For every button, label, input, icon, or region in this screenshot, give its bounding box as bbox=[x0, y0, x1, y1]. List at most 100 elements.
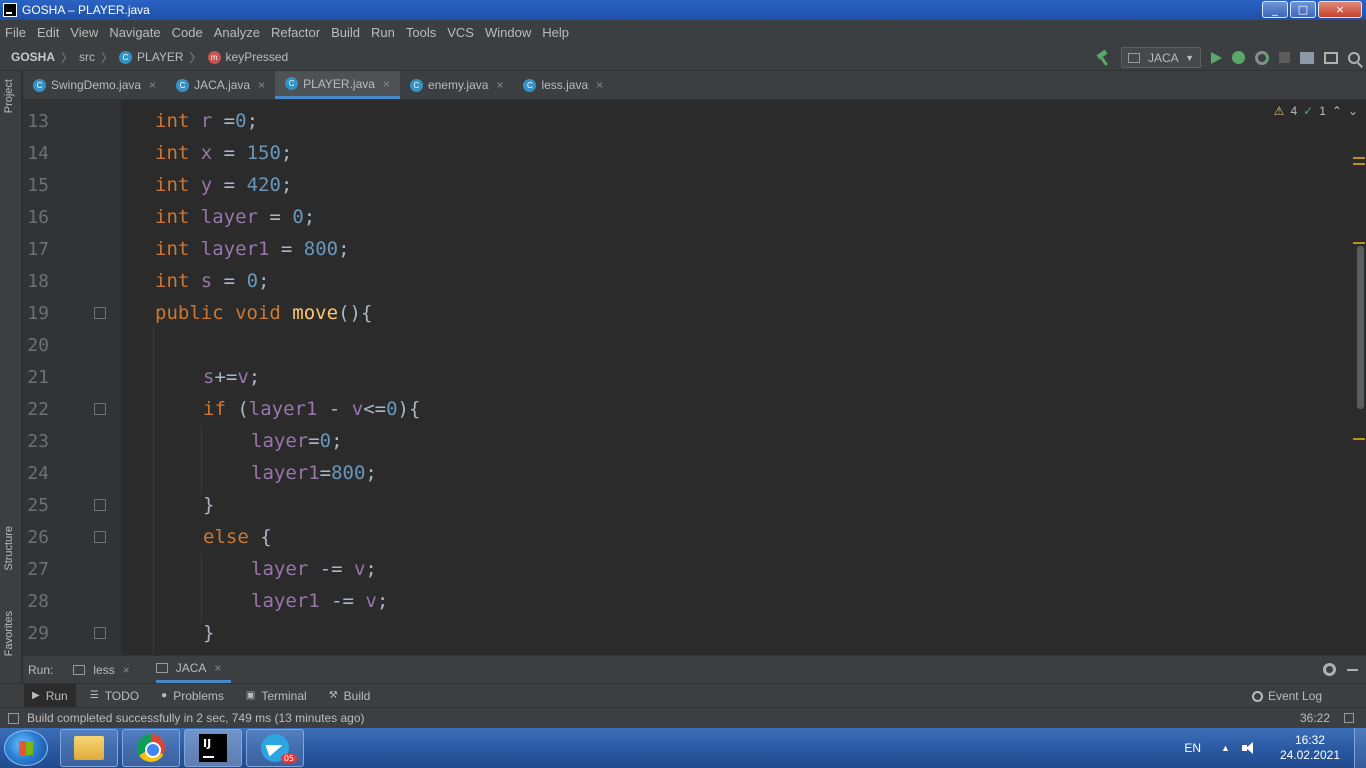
tab-enemy[interactable]: C enemy.java × bbox=[400, 71, 514, 99]
line-number: 29 bbox=[27, 622, 49, 644]
application-config-icon bbox=[155, 663, 168, 673]
run-tab-less[interactable]: less × bbox=[73, 656, 139, 683]
event-log-button[interactable]: Event Log bbox=[1251, 689, 1322, 703]
close-icon[interactable]: × bbox=[383, 77, 390, 91]
build-tool-button[interactable]: ⚒ Build bbox=[321, 684, 379, 707]
run-play-icon[interactable] bbox=[1211, 51, 1222, 64]
close-icon[interactable]: × bbox=[123, 663, 130, 677]
warning-stripe-marker[interactable] bbox=[1353, 242, 1365, 244]
menu-analyze[interactable]: Analyze bbox=[214, 25, 260, 40]
minimize-icon[interactable] bbox=[1347, 669, 1358, 671]
vertical-scrollbar[interactable] bbox=[1357, 246, 1364, 409]
menu-edit[interactable]: Edit bbox=[37, 25, 59, 40]
fold-icon[interactable] bbox=[94, 403, 106, 415]
problems-tool-button[interactable]: ● Problems bbox=[153, 684, 232, 707]
menu-run[interactable]: Run bbox=[371, 25, 395, 40]
structure-tool-tab[interactable]: Structure bbox=[3, 526, 15, 571]
terminal-tool-button[interactable]: ▣ Terminal bbox=[238, 684, 315, 707]
breadcrumb-src[interactable]: src bbox=[79, 50, 95, 64]
minimize-window-button[interactable]: _ bbox=[1262, 1, 1288, 18]
caret-position[interactable]: 36:22 bbox=[1300, 711, 1330, 725]
chevron-up-icon[interactable]: ⌃ bbox=[1332, 104, 1342, 118]
todo-tool-button[interactable]: ☰ TODO bbox=[82, 684, 147, 707]
inspection-widget[interactable]: ⚠ 4 ✓ 1 ⌃ ⌄ bbox=[1274, 104, 1358, 118]
tool-window-toggle-icon[interactable] bbox=[8, 712, 19, 724]
project-structure-icon[interactable] bbox=[1300, 51, 1314, 64]
windows-taskbar: IJ 05 EN ▲ 16:32 24.02.2021 bbox=[0, 728, 1366, 768]
code-text: int y = 420; bbox=[155, 174, 293, 196]
language-indicator[interactable]: EN bbox=[1184, 741, 1201, 755]
run-tool-window-header: Run: less × JACA × bbox=[23, 655, 1366, 683]
bottom-tool-stripe: ▶ Run ☰ TODO ● Problems ▣ Terminal ⚒ Bui… bbox=[0, 683, 1366, 707]
info-icon: ● bbox=[161, 690, 168, 701]
warning-stripe-marker[interactable] bbox=[1353, 438, 1365, 440]
tab-swingdemo[interactable]: C SwingDemo.java × bbox=[23, 71, 166, 99]
run-tool-button[interactable]: ▶ Run bbox=[24, 684, 76, 707]
close-icon[interactable]: × bbox=[496, 78, 503, 92]
status-message[interactable]: Build completed successfully in 2 sec, 7… bbox=[27, 711, 365, 725]
show-desktop-button[interactable] bbox=[1354, 728, 1366, 768]
fold-icon[interactable] bbox=[94, 307, 106, 319]
tab-player[interactable]: C PLAYER.java × bbox=[275, 71, 400, 99]
run-configuration-select[interactable]: JACA ▼ bbox=[1121, 47, 1201, 68]
taskbar-chrome[interactable] bbox=[122, 729, 180, 767]
close-window-button[interactable]: × bbox=[1318, 1, 1362, 18]
clock[interactable]: 16:32 24.02.2021 bbox=[1280, 733, 1340, 763]
start-button[interactable] bbox=[4, 730, 48, 766]
menu-view[interactable]: View bbox=[70, 25, 98, 40]
presentation-window-icon[interactable] bbox=[1324, 51, 1338, 64]
menu-refactor[interactable]: Refactor bbox=[271, 25, 320, 40]
volume-icon[interactable] bbox=[1241, 742, 1256, 754]
code-text: int x = 150; bbox=[155, 142, 293, 164]
code-editor[interactable]: 13 int r =0; 14 int x = 150; 15 int y = … bbox=[23, 100, 1366, 655]
breadcrumb-method[interactable]: m keyPressed bbox=[207, 50, 288, 64]
project-tool-tab[interactable]: Project bbox=[3, 79, 15, 113]
run-with-coverage-icon[interactable] bbox=[1255, 50, 1269, 65]
class-icon: C bbox=[33, 78, 46, 92]
close-icon[interactable]: × bbox=[214, 661, 221, 675]
menu-help[interactable]: Help bbox=[542, 25, 569, 40]
breadcrumb-class[interactable]: C PLAYER bbox=[119, 50, 184, 64]
gear-icon[interactable] bbox=[1323, 663, 1336, 676]
menu-file[interactable]: File bbox=[5, 25, 26, 40]
code-text: else { bbox=[203, 526, 272, 548]
breadcrumb-src-label: src bbox=[79, 50, 96, 64]
close-icon[interactable]: × bbox=[596, 78, 603, 92]
menu-tools[interactable]: Tools bbox=[406, 25, 436, 40]
menu-vcs[interactable]: VCS bbox=[447, 25, 474, 40]
fold-icon[interactable] bbox=[94, 627, 106, 639]
code-text: int r =0; bbox=[155, 110, 259, 132]
window-controls: _ □ × bbox=[1262, 1, 1362, 18]
taskbar-telegram[interactable]: 05 bbox=[246, 729, 304, 767]
menu-code[interactable]: Code bbox=[172, 25, 203, 40]
warning-stripe-marker[interactable] bbox=[1353, 163, 1365, 165]
warning-stripe-marker[interactable] bbox=[1353, 157, 1365, 159]
taskbar-explorer[interactable] bbox=[60, 729, 118, 767]
intellij-icon: IJ bbox=[199, 734, 227, 762]
maximize-window-button[interactable]: □ bbox=[1290, 1, 1316, 18]
notification-badge: 05 bbox=[280, 754, 297, 763]
chevron-down-icon[interactable]: ⌄ bbox=[1348, 104, 1358, 118]
menu-build[interactable]: Build bbox=[331, 25, 360, 40]
close-icon[interactable]: × bbox=[149, 78, 156, 92]
breadcrumb-project[interactable]: GOSHA bbox=[11, 50, 55, 64]
chevron-up-icon[interactable]: ▲ bbox=[1221, 743, 1230, 753]
stop-icon[interactable] bbox=[1279, 52, 1290, 63]
fold-icon[interactable] bbox=[94, 499, 106, 511]
line-number: 20 bbox=[27, 334, 49, 356]
menu-window[interactable]: Window bbox=[485, 25, 531, 40]
taskbar-intellij[interactable]: IJ bbox=[184, 729, 242, 767]
close-icon[interactable]: × bbox=[258, 78, 265, 92]
tab-jaca[interactable]: C JACA.java × bbox=[166, 71, 275, 99]
search-icon[interactable] bbox=[1348, 51, 1360, 64]
line-number: 14 bbox=[27, 142, 49, 164]
favorites-tool-tab[interactable]: Favorites bbox=[3, 611, 15, 656]
run-tab-jaca[interactable]: JACA × bbox=[155, 656, 232, 683]
menu-navigate[interactable]: Navigate bbox=[109, 25, 160, 40]
fold-icon[interactable] bbox=[94, 531, 106, 543]
tab-less[interactable]: C less.java × bbox=[513, 71, 613, 99]
lock-icon[interactable] bbox=[1344, 713, 1354, 723]
todo-tool-label: TODO bbox=[104, 688, 140, 703]
debug-bug-icon[interactable] bbox=[1232, 51, 1245, 64]
build-hammer-icon[interactable] bbox=[1095, 50, 1111, 66]
